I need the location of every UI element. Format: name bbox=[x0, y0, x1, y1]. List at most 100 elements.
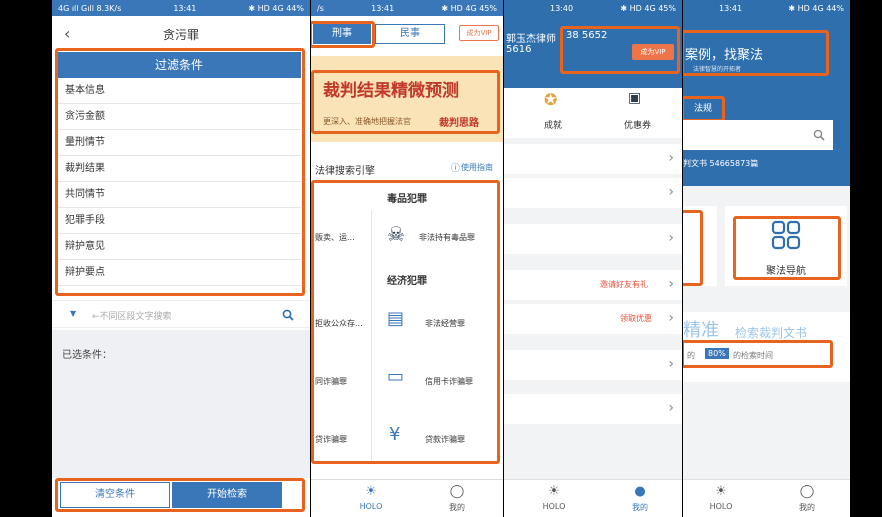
list-item[interactable]: 领取优惠 › bbox=[504, 304, 682, 334]
filter-item-sentencing[interactable]: 量刑情节 bbox=[57, 130, 301, 156]
nav-mine-label: 我的 bbox=[799, 503, 815, 512]
search-input[interactable] bbox=[683, 120, 833, 150]
filter-item-basic[interactable]: 基本信息 bbox=[57, 78, 301, 104]
bottom-actions: 清空条件 开始检索 bbox=[52, 478, 310, 517]
bottom-nav: ☀ HOLO ● 我的 bbox=[504, 479, 682, 517]
filter-item-result[interactable]: 裁判结果 bbox=[57, 156, 301, 182]
screenshot-root: 4G ıll Gıll 8.3K/s 13:41 ✱ HD 4G 44% ‹ 贪… bbox=[0, 0, 882, 517]
nav-holo-label: HOLO bbox=[359, 502, 383, 511]
status-bar: 13:40 ✱ HD 4G 45% bbox=[504, 0, 682, 16]
phone-number: 38 5652 bbox=[566, 30, 608, 41]
vip-button-label: 成为VIP bbox=[466, 29, 492, 37]
grid-cell[interactable]: 非法持有毒品罪 bbox=[419, 232, 475, 243]
tab-civil[interactable]: 民事 bbox=[375, 24, 445, 44]
feature-card-left[interactable] bbox=[683, 206, 717, 286]
banner-subtitle-bold: 裁判思路 bbox=[439, 118, 479, 129]
search-engine-panel: /s 13:41 ✱ HD 4G 45% 刑事 民事 成为VIP 裁判结果精微预… bbox=[311, 0, 503, 517]
hero-header: 案例，找聚法 法律智慧的开拓者 法规 判文书 54665873篇 bbox=[683, 16, 850, 186]
nav-holo[interactable]: ☀ HOLO bbox=[701, 484, 741, 511]
category-drugs: 毒品犯罪 bbox=[387, 194, 427, 205]
vip-button[interactable]: 成为VIP bbox=[632, 44, 674, 60]
list-item[interactable]: › bbox=[504, 350, 682, 380]
filter-item-defense-opinion[interactable]: 辩护意见 bbox=[57, 234, 301, 260]
status-bar: /s 13:41 ✱ HD 4G 45% bbox=[311, 0, 503, 16]
grid-cell[interactable]: 贩卖、运... bbox=[315, 232, 355, 243]
status-time: 13:41 bbox=[719, 3, 743, 13]
grid-cell[interactable]: 贷诈骗罪 bbox=[315, 434, 347, 445]
card-icon: ▭ bbox=[387, 366, 405, 387]
grid-cell[interactable]: 拒收公众存... bbox=[315, 318, 363, 329]
precise-banner[interactable]: 精准 检索裁判文书 的 80% 的检索时间 bbox=[683, 312, 850, 382]
invite-link: 邀请好友有礼 bbox=[600, 280, 648, 289]
user-id: 5616 bbox=[506, 44, 532, 55]
nav-holo-label: HOLO bbox=[709, 502, 733, 511]
achievement-label[interactable]: 成就 bbox=[544, 118, 562, 131]
app-bar: ‹ 贪污罪 bbox=[52, 16, 310, 52]
grid-cell[interactable]: 贷款诈骗罪 bbox=[425, 434, 465, 445]
search-input[interactable]: ←不同区段文字搜索 bbox=[92, 309, 172, 322]
home-panel: 13:41 ✱ HD 4G 44% 案例，找聚法 法律智慧的开拓者 法规 判文书… bbox=[683, 0, 850, 517]
skull-icon: ☠ bbox=[387, 222, 405, 246]
status-bar: 13:41 ✱ HD 4G 44% bbox=[683, 0, 850, 16]
doc-count: 判文书 54665873篇 bbox=[683, 159, 759, 168]
nav-mine[interactable]: ◯ 我的 bbox=[437, 484, 477, 513]
coupon-label[interactable]: 优惠券 bbox=[624, 118, 651, 131]
status-left: /s bbox=[317, 3, 324, 13]
nav-mine[interactable]: ● 我的 bbox=[620, 484, 660, 513]
nav-holo[interactable]: ☀ HOLO bbox=[351, 484, 391, 511]
chevron-right-icon: › bbox=[668, 150, 674, 166]
status-right: ✱ HD 4G 45% bbox=[620, 3, 676, 13]
filter-item-amount[interactable]: 贪污金额 bbox=[57, 104, 301, 130]
tab-law[interactable]: 法规 bbox=[687, 100, 719, 118]
case-type-tabs: 刑事 民事 成为VIP bbox=[311, 16, 503, 50]
grid-icon bbox=[771, 220, 801, 250]
nav-mine[interactable]: ◯ 我的 bbox=[787, 484, 827, 513]
coupon-link: 领取优惠 bbox=[620, 314, 652, 323]
grid-cell[interactable]: 同诈骗罪 bbox=[315, 376, 347, 387]
vip-button[interactable]: 成为VIP bbox=[459, 25, 499, 41]
banner-subtitle: 更深入、准确地把握法官 bbox=[323, 117, 411, 126]
category-grid: 毒品犯罪 贩卖、运... ☠ 非法持有毒品罪 经济犯罪 拒收公众存... ▤ 非… bbox=[311, 180, 503, 464]
status-time: 13:41 bbox=[173, 3, 197, 13]
nav-card[interactable]: 聚法导航 bbox=[725, 206, 847, 286]
search-row: ▼ ←不同区段文字搜索 bbox=[52, 300, 310, 328]
list-item[interactable]: › bbox=[504, 224, 682, 254]
user-icon: ● bbox=[634, 484, 646, 499]
list-item[interactable]: › bbox=[504, 144, 682, 174]
nav-holo[interactable]: ☀ HOLO bbox=[534, 484, 574, 511]
clear-button[interactable]: 清空条件 bbox=[60, 482, 170, 508]
filter-panel: 4G ıll Gıll 8.3K/s 13:41 ✱ HD 4G 44% ‹ 贪… bbox=[52, 0, 310, 517]
filter-item-defense-points[interactable]: 辩护要点 bbox=[57, 260, 301, 286]
user-icon: ◯ bbox=[799, 484, 815, 499]
promo-banner[interactable]: 裁判结果精微预测 更深入、准确地把握法官 裁判思路 bbox=[311, 56, 503, 142]
start-search-button[interactable]: 开始检索 bbox=[172, 482, 282, 508]
profile-panel: 13:40 ✱ HD 4G 45% 郭玉杰律师 38 5652 5616 成为V… bbox=[504, 0, 682, 517]
search-icon[interactable] bbox=[282, 309, 294, 321]
status-right: ✱ HD 4G 44% bbox=[788, 3, 844, 13]
holo-icon: ☀ bbox=[365, 484, 377, 499]
status-right: ✱ HD 4G 44% bbox=[248, 3, 304, 13]
tab-criminal[interactable]: 刑事 bbox=[313, 24, 371, 44]
filter-item-means[interactable]: 犯罪手段 bbox=[57, 208, 301, 234]
chevron-right-icon: › bbox=[668, 276, 674, 292]
nav-mine-label: 我的 bbox=[449, 503, 465, 512]
profile-header: 郭玉杰律师 38 5652 5616 成为VIP bbox=[504, 16, 682, 88]
guide-link[interactable]: 使用指南 bbox=[461, 162, 493, 173]
shop-icon: ▤ bbox=[387, 308, 405, 329]
chevron-right-icon: › bbox=[668, 356, 674, 372]
start-search-label: 开始检索 bbox=[207, 489, 247, 500]
list-item[interactable]: › bbox=[504, 178, 682, 208]
chevron-right-icon: › bbox=[668, 184, 674, 200]
list-item[interactable]: 邀请好友有礼 › bbox=[504, 270, 682, 300]
chevron-right-icon: › bbox=[668, 310, 674, 326]
grid-cell[interactable]: 信用卡诈骗罪 bbox=[425, 376, 473, 387]
list-item[interactable]: › bbox=[504, 394, 682, 424]
grid-cell[interactable]: 非法经营罪 bbox=[425, 318, 465, 329]
coupon-icon: ▣ bbox=[628, 90, 642, 106]
dropdown-icon[interactable]: ▼ bbox=[70, 309, 76, 318]
search-icon[interactable] bbox=[813, 129, 825, 141]
tab-civil-label: 民事 bbox=[400, 28, 420, 39]
filter-item-joint[interactable]: 共同情节 bbox=[57, 182, 301, 208]
grid-divider bbox=[371, 210, 372, 464]
slogan: 案例，找聚法 bbox=[685, 48, 764, 63]
